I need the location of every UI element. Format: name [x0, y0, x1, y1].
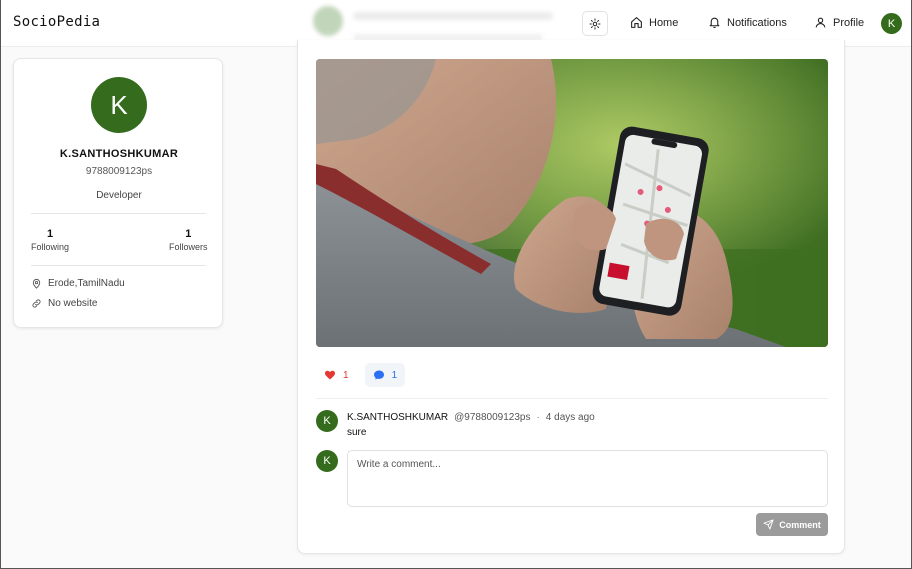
theme-toggle-button[interactable] — [582, 11, 608, 36]
location-text: Erode,TamilNadu — [48, 278, 125, 289]
comment-input[interactable] — [347, 450, 828, 507]
followers-stat[interactable]: 1 Followers — [169, 228, 208, 252]
comment-count: 1 — [391, 369, 398, 381]
comment-toggle-button[interactable]: 1 — [364, 363, 406, 387]
profile-role: Developer — [96, 190, 142, 201]
nav-notifications[interactable]: Notifications — [708, 16, 787, 29]
profile-card: K K.SANTHOSHKUMAR 9788009123ps Developer… — [13, 58, 223, 328]
home-icon — [631, 17, 642, 28]
profile-handle: 9788009123ps — [85, 166, 153, 177]
nav-profile[interactable]: Profile — [814, 16, 864, 29]
following-stat[interactable]: 1 Following — [31, 228, 69, 252]
nav-notifications-label: Notifications — [727, 16, 787, 29]
link-icon — [32, 299, 41, 308]
followers-count: 1 — [185, 228, 192, 240]
nav-home-label: Home — [649, 16, 679, 29]
submit-comment-label: Comment — [779, 519, 821, 530]
bell-icon — [709, 17, 720, 28]
profile-name: K.SANTHOSHKUMAR — [59, 148, 179, 160]
send-icon — [763, 519, 774, 530]
comment-text: sure — [347, 427, 367, 438]
scrolled-post-header — [313, 4, 563, 44]
user-icon — [815, 17, 826, 28]
user-avatar[interactable]: K — [881, 13, 902, 34]
website-row: No website — [31, 298, 97, 309]
profile-avatar[interactable]: K — [91, 77, 147, 133]
submit-comment-button[interactable]: Comment — [756, 513, 828, 536]
divider — [31, 213, 206, 214]
website-text: No website — [48, 298, 98, 309]
faded-text-line — [353, 12, 553, 20]
heart-icon — [325, 370, 335, 380]
like-button[interactable]: 1 — [316, 363, 357, 387]
comment-author-name[interactable]: K.SANTHOSHKUMAR — [347, 412, 448, 423]
following-count: 1 — [46, 228, 54, 240]
post-card: 1 1 K K.SANTHOSHKUMAR @9788009123ps · 4 … — [297, 40, 845, 554]
following-label: Following — [31, 242, 70, 252]
divider — [316, 398, 828, 399]
nav-profile-label: Profile — [833, 16, 865, 29]
location-row: Erode,TamilNadu — [31, 278, 125, 289]
map-pin-icon — [32, 278, 41, 289]
faded-avatar — [313, 6, 343, 36]
comment-header: K.SANTHOSHKUMAR @9788009123ps · 4 days a… — [347, 412, 595, 423]
comment-author-handle: @9788009123ps — [454, 412, 531, 423]
post-image[interactable] — [316, 59, 828, 347]
comment-timestamp: 4 days ago — [545, 412, 595, 423]
followers-label: Followers — [169, 242, 208, 252]
post-actions: 1 1 — [316, 363, 406, 387]
brand-logo[interactable]: SocioPedia — [13, 14, 100, 30]
chat-bubble-icon — [373, 370, 384, 380]
like-count: 1 — [343, 369, 349, 381]
sun-icon — [589, 18, 601, 29]
nav-home[interactable]: Home — [630, 16, 678, 29]
divider — [31, 265, 206, 266]
comment-avatar[interactable]: K — [316, 410, 338, 432]
separator-dot: · — [536, 412, 540, 423]
composer-avatar: K — [316, 450, 338, 472]
